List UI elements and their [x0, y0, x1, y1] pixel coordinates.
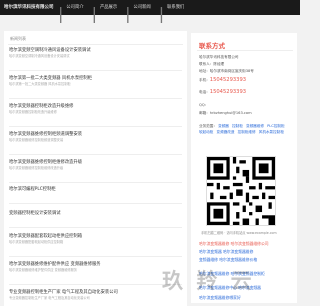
- article-summary: 专业变频器控制柜生产厂家 电气工程及其自动化安装公司: [9, 296, 90, 300]
- article-item[interactable]: 哈尔滨变频器维修控制柜频道调整安装 哈尔滨变频器维修控制柜频道调整安装: [9, 132, 182, 155]
- article-summary: 哈尔滨变频器配套软起动柜供应控制箱: [9, 240, 64, 244]
- business-tags: 业务范围： 变频器 控制柜 变频器维修 PLC控制柜 软起动柜 变频器改造 控制…: [199, 123, 291, 135]
- article-item[interactable]: 哈尔滨可编程PLC控制柜: [9, 187, 182, 204]
- contact-address: 地址：哈尔滨市南岗区宣庆街38号: [199, 69, 254, 73]
- article-item[interactable]: 哈尔滨第一批二大类变频器 风机水泵控制柜 哈尔滨第一批二大类变频器 风机水泵控制…: [9, 76, 182, 99]
- nav-products[interactable]: 产品展示: [100, 4, 117, 23]
- article-summary: 哈尔滨第一批二大类变频器 风机水泵控制柜: [9, 82, 71, 86]
- article-list-title: 新闻列表: [10, 36, 26, 41]
- tags-label: 业务范围：: [199, 124, 217, 128]
- nav-about[interactable]: 公司简介: [66, 4, 83, 23]
- article-item[interactable]: 哈尔滨变频器配套软起动柜供应控制箱 哈尔滨变频器配套软起动柜供应控制箱: [9, 234, 182, 257]
- contact-email[interactable]: 邮箱：hrbzhenghui@163.com: [199, 111, 252, 116]
- article-summary: 哈尔滨变频器控制柜改造升级维修: [9, 110, 57, 114]
- article-title[interactable]: 变频器控制柜设计安装调试: [9, 211, 182, 217]
- mobile-label: 手机：: [199, 78, 210, 82]
- top-navbar: 哈尔滨华讯科技有限公司 | 公司简介 | 产品展示 | 公司新闻 | 联系我们: [0, 0, 300, 23]
- article-item[interactable]: 哈尔滨变频空调制冷通风设备设计安装调试 哈尔滨变频空调制冷通风设备设计安装调试: [9, 48, 182, 71]
- related-link[interactable]: 变频器维修 哈尔滨变频器维修价格: [199, 257, 257, 263]
- qr-caption: 手机扫描二维码 · 访问手机站点 www.example.com: [201, 231, 277, 235]
- business-tag[interactable]: 软起动柜: [199, 130, 213, 134]
- related-link[interactable]: 哈尔滨变频器维修 哈尔滨变频器维修公司: [199, 241, 269, 247]
- contact-panel: 联系方式 哈尔滨华讯科技有限公司 联系人：陈经理 地址：哈尔滨市南岗区宣庆街38…: [191, 33, 297, 303]
- article-summary: 哈尔滨变频器维修控制柜维修改造升级: [9, 166, 64, 170]
- article-title[interactable]: 哈尔滨可编程PLC控制柜: [9, 187, 182, 193]
- related-link[interactable]: 哈尔滨变频器 哈尔滨变频器维修: [199, 249, 253, 255]
- watermark-text: 玖 羚 云: [162, 269, 255, 293]
- main-nav: | 公司简介 | 产品展示 | 公司新闻 | 联系我们: [58, 4, 192, 23]
- company-name: 哈尔滨华讯科技有限公司: [199, 55, 239, 59]
- contact-person: 联系人：陈经理: [199, 62, 225, 66]
- article-item[interactable]: 专业变频器控制柜生产厂家 电气工程及其自动化安装公司 专业变频器控制柜生产厂家 …: [9, 290, 182, 306]
- article-item[interactable]: 哈尔滨变频器维修维护配件供应 变频器维修服务 哈尔滨变频器维修维护配件供应 变频…: [9, 262, 182, 285]
- nav-separator: |: [158, 4, 165, 23]
- phone-label: 电话：: [199, 90, 210, 94]
- business-tag[interactable]: 控制柜: [232, 124, 243, 128]
- business-tag[interactable]: PLC控制柜: [267, 124, 284, 128]
- qr-code-image: [206, 156, 276, 226]
- article-summary: 哈尔滨变频器维修控制柜频道调整安装: [9, 138, 64, 142]
- article-item[interactable]: 变频器控制柜设计安装调试: [9, 211, 182, 228]
- divider: [197, 50, 293, 51]
- nav-separator: |: [91, 4, 97, 23]
- article-item[interactable]: 哈尔滨变频器维修控制柜维修改造升级 哈尔滨变频器维修控制柜维修改造升级: [9, 160, 182, 183]
- nav-news[interactable]: 公司新闻: [134, 4, 151, 23]
- business-tag[interactable]: 变频器: [218, 124, 229, 128]
- mobile-row: 手机：15045293393: [199, 77, 246, 83]
- business-tag[interactable]: 控制柜维修: [238, 130, 256, 134]
- contact-title: 联系方式: [199, 42, 225, 50]
- article-summary: 哈尔滨变频空调制冷通风设备设计安装调试: [9, 54, 70, 58]
- nav-separator: |: [125, 4, 131, 23]
- site-brand[interactable]: 哈尔滨华讯科技有限公司: [4, 4, 54, 10]
- nav-contact[interactable]: 联系我们: [167, 4, 184, 23]
- phone-number[interactable]: 15045293393: [210, 89, 246, 95]
- divider: [8, 44, 183, 45]
- business-tag[interactable]: 变频器维修: [246, 124, 264, 128]
- business-tag[interactable]: 风机水泵控制柜: [259, 130, 284, 134]
- mobile-number[interactable]: 15045293393: [210, 77, 246, 83]
- nav-separator: |: [58, 4, 64, 23]
- article-item[interactable]: 哈尔滨变频器控制柜改造升级维修 哈尔滨变频器控制柜改造升级维修: [9, 104, 182, 127]
- business-tag[interactable]: 变频器改造: [217, 130, 235, 134]
- qq-row: QQ：: [199, 103, 209, 107]
- article-summary: 哈尔滨变频器维修维护配件供应 变频器维修服务: [9, 268, 77, 272]
- phone-row: 电话：15045293393: [199, 89, 246, 95]
- article-list-panel: 新闻列表 哈尔滨变频空调制冷通风设备设计安装调试 哈尔滨变频空调制冷通风设备设计…: [4, 31, 187, 306]
- related-link[interactable]: 哈尔滨变频器维修哪家好: [199, 295, 241, 301]
